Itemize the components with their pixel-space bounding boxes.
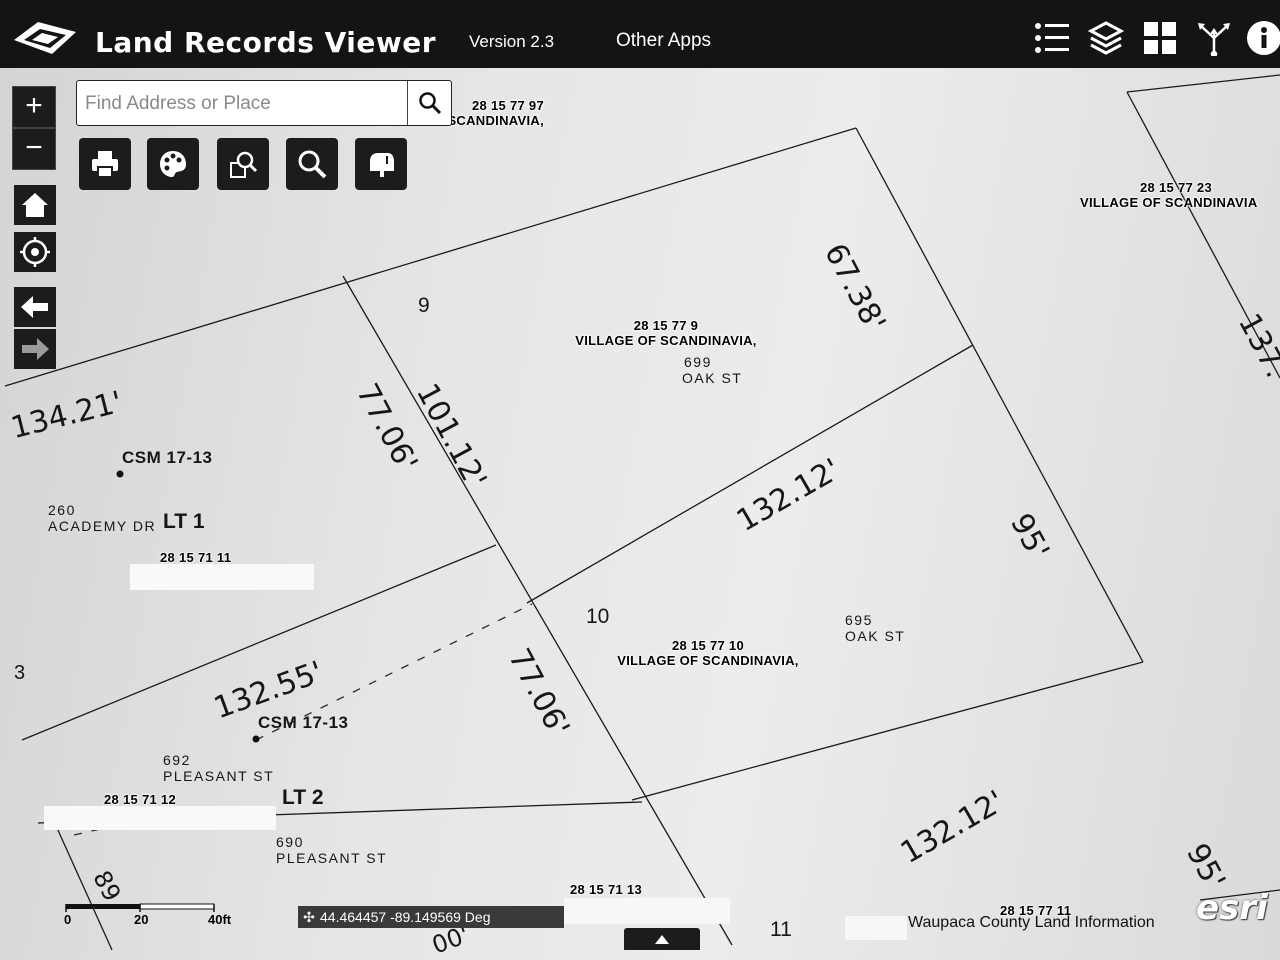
scale-tick: 20 xyxy=(134,912,148,927)
basemap-button[interactable] xyxy=(147,138,199,190)
redaction-block xyxy=(44,806,276,830)
home-icon xyxy=(22,193,48,217)
other-apps-link[interactable]: Other Apps xyxy=(616,30,711,52)
query-button[interactable] xyxy=(217,138,269,190)
redaction-block xyxy=(845,916,907,940)
chevron-up-icon xyxy=(655,934,669,944)
lot-label: LT 2 xyxy=(282,786,324,809)
parcel-id: 28 15 77 9 xyxy=(633,318,699,333)
search-input[interactable] xyxy=(83,88,407,120)
address-lookup-button[interactable] xyxy=(355,138,407,190)
lot-number: 11 xyxy=(770,918,792,941)
identify-button[interactable] xyxy=(286,138,338,190)
address-number: 692 xyxy=(163,752,191,768)
address-number: 260 xyxy=(48,502,76,518)
zoom-in-button[interactable]: + xyxy=(12,86,56,128)
crosshair-icon: ✣ xyxy=(303,909,315,925)
map-attribution: Waupaca County Land Information xyxy=(908,914,1155,931)
print-button[interactable] xyxy=(79,138,131,190)
parcel-label[interactable]: 28 15 77 9 VILLAGE OF SCANDINAVIA, xyxy=(556,318,776,348)
scale-tick: 0 xyxy=(64,912,71,927)
next-extent-button[interactable] xyxy=(14,329,56,369)
address-street: OAK ST xyxy=(845,628,906,644)
address-label: 692 PLEASANT ST xyxy=(163,752,274,784)
scale-bar: 0 20 40ft xyxy=(64,903,232,927)
coordinate-text: 44.464457 -89.149569 Deg xyxy=(320,909,491,925)
address-street: PLEASANT ST xyxy=(163,768,275,784)
address-street: OAK ST xyxy=(682,370,743,386)
address-number: 690 xyxy=(276,834,304,850)
address-street: ACADEMY DR xyxy=(48,518,157,534)
parcel-id: 28 15 77 10 xyxy=(672,638,744,653)
info-icon[interactable] xyxy=(1246,20,1280,56)
esri-logo: esri xyxy=(1196,888,1268,928)
search-document-icon xyxy=(230,151,258,178)
list-icon[interactable] xyxy=(1034,20,1070,56)
app-logo-icon xyxy=(14,22,76,54)
search-icon xyxy=(419,92,442,115)
parcel-owner: VILLAGE OF SCANDINAVIA xyxy=(1080,195,1258,210)
parcel-id: 28 15 77 23 xyxy=(1140,180,1212,195)
parcel-label[interactable]: 28 15 77 10 VILLAGE OF SCANDINAVIA, xyxy=(600,638,816,668)
address-number: 699 xyxy=(684,354,712,370)
zoom-search-icon xyxy=(298,150,327,179)
arrow-right-icon xyxy=(22,338,49,360)
csm-label: CSM 17-13 xyxy=(258,713,349,732)
parcel-id[interactable]: 28 15 71 12 xyxy=(104,792,176,807)
coordinate-readout[interactable]: ✣ 44.464457 -89.149569 Deg xyxy=(298,906,564,928)
search-widget xyxy=(76,80,452,126)
csm-label: CSM 17-13 xyxy=(122,448,213,467)
app-title: Land Records Viewer xyxy=(95,26,437,59)
share-icon[interactable] xyxy=(1196,20,1232,56)
home-button[interactable] xyxy=(14,185,56,225)
scale-tick: 40ft xyxy=(208,912,232,927)
parcel-id[interactable]: 28 15 71 13 xyxy=(570,882,642,897)
grid-icon[interactable] xyxy=(1142,20,1178,56)
arrow-left-icon xyxy=(21,296,48,318)
lot-label: LT 1 xyxy=(163,510,205,533)
palette-icon xyxy=(160,151,186,177)
zoom-out-button[interactable]: − xyxy=(12,128,56,170)
previous-extent-button[interactable] xyxy=(14,287,56,327)
address-label: 260 ACADEMY DR xyxy=(48,502,156,534)
address-number: 695 xyxy=(845,612,873,628)
redaction-block xyxy=(564,898,730,924)
address-label: 690 PLEASANT ST xyxy=(276,834,387,866)
lot-number: 9 xyxy=(418,294,430,317)
address-street: PLEASANT ST xyxy=(276,850,388,866)
print-icon xyxy=(92,151,118,178)
parcel-owner: VILLAGE OF SCANDINAVIA, xyxy=(575,333,757,348)
expand-panel-button[interactable] xyxy=(624,928,700,950)
parcel-owner: VILLAGE OF SCANDINAVIA, xyxy=(617,653,799,668)
mailbox-icon xyxy=(370,153,394,177)
search-button[interactable] xyxy=(407,81,452,125)
app-header: Land Records Viewer Version 2.3 Other Ap… xyxy=(0,0,1280,68)
version-label: Version 2.3 xyxy=(469,32,555,51)
redaction-block xyxy=(130,564,314,590)
locate-icon xyxy=(20,237,50,267)
lot-number: 10 xyxy=(586,605,610,628)
parcel-label[interactable]: 28 15 77 23 VILLAGE OF SCANDINAVIA xyxy=(1080,180,1280,210)
locate-button[interactable] xyxy=(14,232,56,272)
lot-number: 3 xyxy=(14,662,26,684)
address-label: 695 OAK ST xyxy=(845,612,905,644)
map-view[interactable]: 67.38' 134.21' 77.06' 101.12' 132.12' 95… xyxy=(0,68,1280,960)
parcel-id[interactable]: 28 15 71 11 xyxy=(160,550,231,565)
address-label: 699 OAK ST xyxy=(682,354,742,386)
layers-icon[interactable] xyxy=(1088,20,1124,56)
